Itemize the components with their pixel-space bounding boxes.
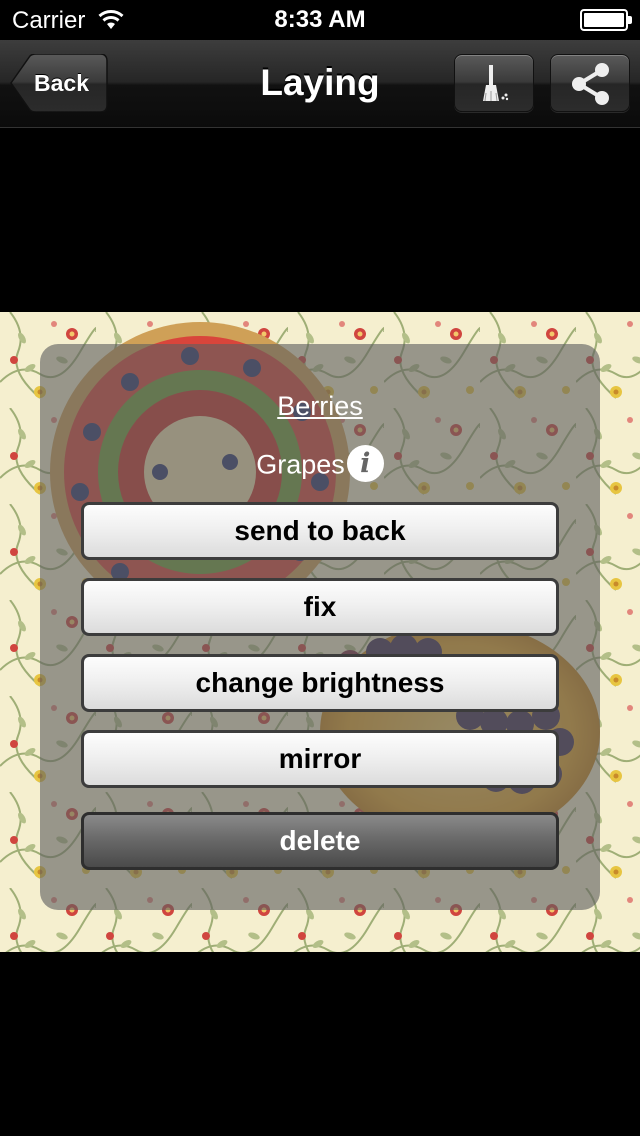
status-time: 8:33 AM <box>274 6 366 33</box>
broom-icon <box>483 65 509 102</box>
layer-label-grapes: Grapes <box>256 449 345 480</box>
delete-button[interactable]: delete <box>81 812 559 870</box>
send-to-back-button[interactable]: send to back <box>81 502 559 560</box>
layer-item-grapes[interactable]: Grapes i <box>40 445 600 485</box>
back-button[interactable]: Back <box>10 54 108 112</box>
fix-button[interactable]: fix <box>81 578 559 636</box>
share-button[interactable] <box>550 54 630 112</box>
clean-button[interactable] <box>454 54 534 112</box>
change-brightness-button[interactable]: change brightness <box>81 654 559 712</box>
canvas-top-margin <box>0 128 640 312</box>
layer-item-berries[interactable]: Berries <box>40 391 600 422</box>
battery-icon <box>580 9 632 31</box>
canvas-bottom-margin <box>0 952 640 1136</box>
layer-actions-popup: Berries Grapes i send to back fix change … <box>40 344 600 910</box>
back-label: Back <box>34 70 89 96</box>
info-icon[interactable]: i <box>346 445 384 482</box>
share-icon <box>572 63 609 105</box>
layer-label-berries: Berries <box>277 391 363 421</box>
page-title: Laying <box>260 62 380 103</box>
navigation-bar: Back Laying <box>0 40 640 128</box>
mirror-button[interactable]: mirror <box>81 730 559 788</box>
status-bar: Carrier 8:33 AM <box>0 0 640 40</box>
